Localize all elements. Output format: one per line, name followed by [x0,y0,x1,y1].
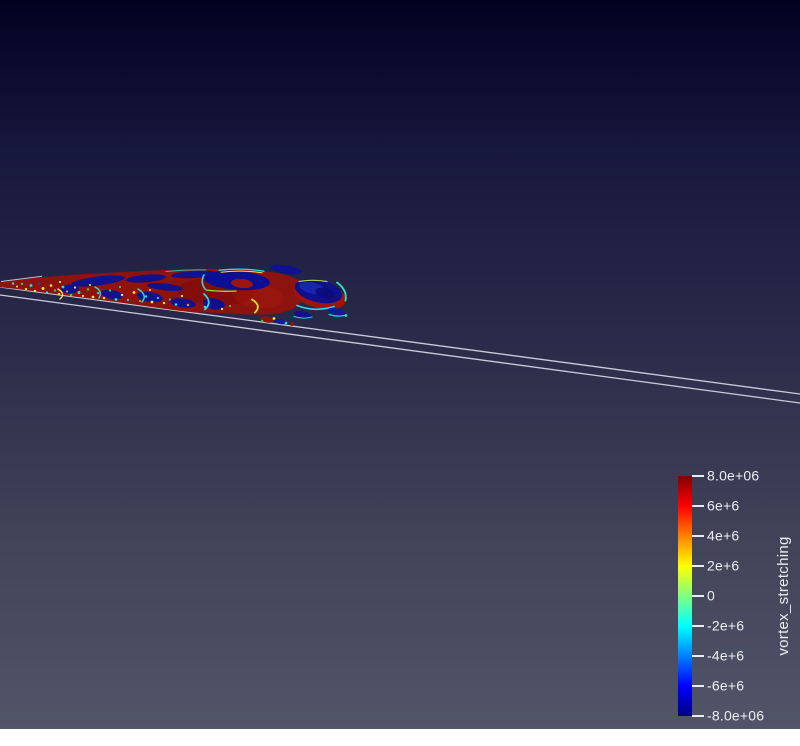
colorbar-tick-label: -4e+6 [707,647,745,664]
colorbar-tick-dash [692,565,704,567]
colorbar-tick-dash [692,595,704,597]
colorbar-tick-label: 6e+6 [707,497,740,514]
colorbar-tick-dash [692,685,704,687]
colorbar-tick-label: 4e+6 [707,527,740,544]
vortex-head [293,278,348,319]
plate-far-edge-line [0,286,800,395]
colorbar-tick-dash [692,535,704,537]
colorbar-tick-label: 0 [707,587,715,604]
plate-near-edge-line [0,294,800,404]
colorbar-tick-dash [692,475,704,477]
colorbar-title: vortex_stretching [775,536,792,656]
colorbar-tick-dash [692,625,704,627]
plate-edge-lines [0,286,800,404]
colorbar-gradient [678,476,692,716]
colorbar-tick-label: 2e+6 [707,557,740,574]
colorbar-tick-dash [692,715,704,717]
colorbar-tick-label: -8.0e+06 [707,707,765,724]
colorbar-tick-label: -6e+6 [707,677,745,694]
colorbar-tick-label: -2e+6 [707,617,745,634]
colorbar-tick-dash [692,505,704,507]
colorbar-tick-dash [692,655,704,657]
colorbar-tick-label: 8.0e+06 [707,467,760,484]
render-viewport[interactable]: 8.0e+06 6e+6 4e+6 2e+6 0 -2e+6 -4e+6 -6e+6 -8.0e… [0,0,800,729]
